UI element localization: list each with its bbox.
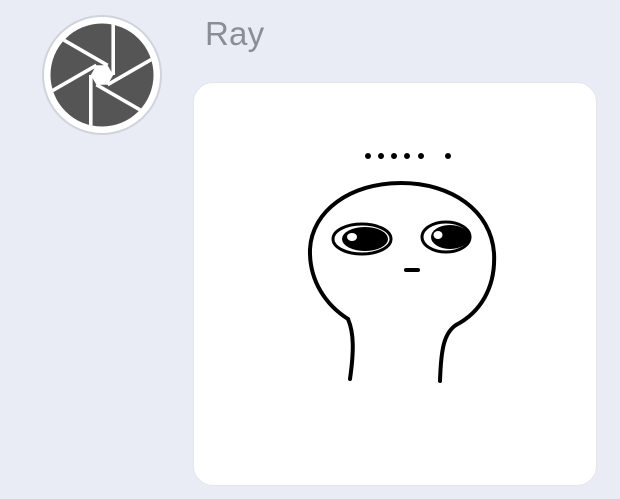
- speechless-blob-character-sticker: [307, 153, 497, 383]
- character-head-outline: [307, 180, 497, 327]
- camera-aperture-icon: [50, 23, 154, 127]
- character-body-right: [438, 323, 458, 383]
- character-body-left: [346, 317, 355, 381]
- character-right-eye: [420, 220, 472, 254]
- sender-name: Ray: [205, 15, 265, 52]
- avatar[interactable]: [42, 15, 162, 135]
- ellipsis-dots: [365, 153, 451, 159]
- sticker-message-bubble[interactable]: [193, 82, 597, 486]
- character-left-eye: [331, 222, 393, 256]
- chat-screen: Ray: [0, 0, 620, 499]
